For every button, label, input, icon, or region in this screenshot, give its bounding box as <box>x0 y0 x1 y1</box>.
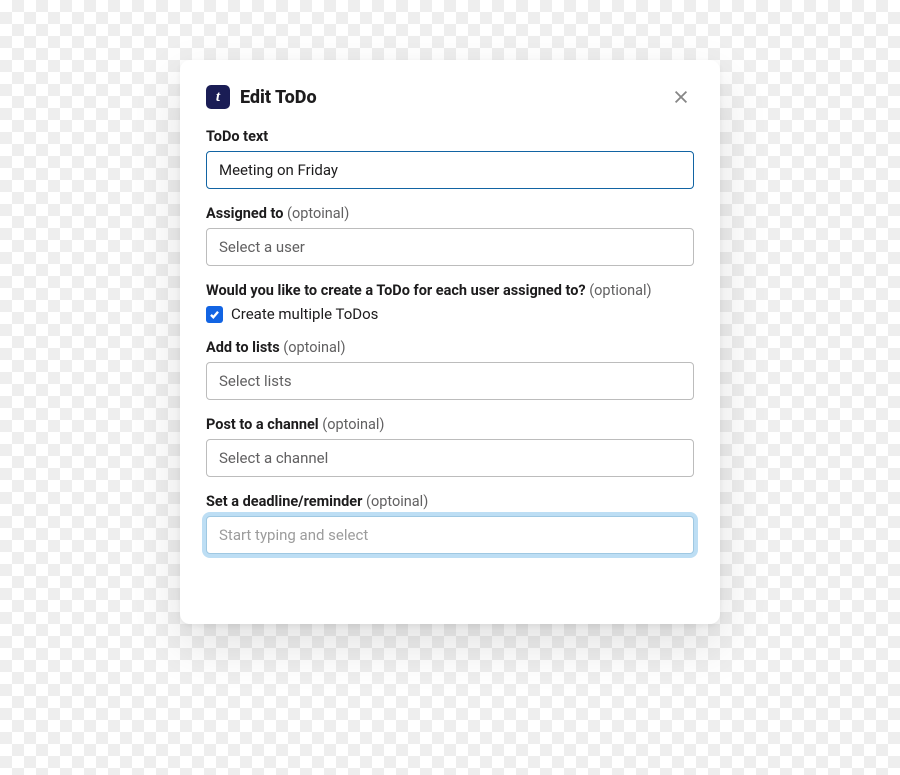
close-icon <box>672 88 690 106</box>
create-multiple-checkbox-row[interactable]: Create multiple ToDos <box>206 305 694 323</box>
field-add-to-lists: Add to lists (optoinal) Select lists <box>206 339 694 400</box>
add-to-lists-label: Add to lists (optoinal) <box>206 339 694 356</box>
assigned-to-select[interactable]: Select a user <box>206 228 694 266</box>
field-todo-text: ToDo text <box>206 128 694 189</box>
post-channel-select[interactable]: Select a channel <box>206 439 694 477</box>
close-button[interactable] <box>668 84 694 110</box>
deadline-input[interactable] <box>206 516 694 554</box>
field-deadline: Set a deadline/reminder (optoinal) <box>206 493 694 554</box>
app-icon-letter: t <box>216 89 220 106</box>
field-assigned-to: Assigned to (optoinal) Select a user <box>206 205 694 266</box>
app-icon: t <box>206 85 230 109</box>
modal-title: Edit ToDo <box>240 87 668 108</box>
create-multiple-checkbox[interactable] <box>206 306 223 323</box>
modal-header: t Edit ToDo <box>206 84 694 110</box>
create-multiple-checkbox-label: Create multiple ToDos <box>231 305 378 323</box>
todo-text-label: ToDo text <box>206 128 694 145</box>
create-multiple-label: Would you like to create a ToDo for each… <box>206 282 694 299</box>
field-post-channel: Post to a channel (optoinal) Select a ch… <box>206 416 694 477</box>
assigned-to-label: Assigned to (optoinal) <box>206 205 694 222</box>
checkmark-icon <box>209 309 220 320</box>
edit-todo-modal: t Edit ToDo ToDo text Assigned to <box>180 60 720 624</box>
add-to-lists-select[interactable]: Select lists <box>206 362 694 400</box>
field-create-multiple: Would you like to create a ToDo for each… <box>206 282 694 323</box>
todo-text-input[interactable] <box>206 151 694 189</box>
post-channel-label: Post to a channel (optoinal) <box>206 416 694 433</box>
deadline-label: Set a deadline/reminder (optoinal) <box>206 493 694 510</box>
